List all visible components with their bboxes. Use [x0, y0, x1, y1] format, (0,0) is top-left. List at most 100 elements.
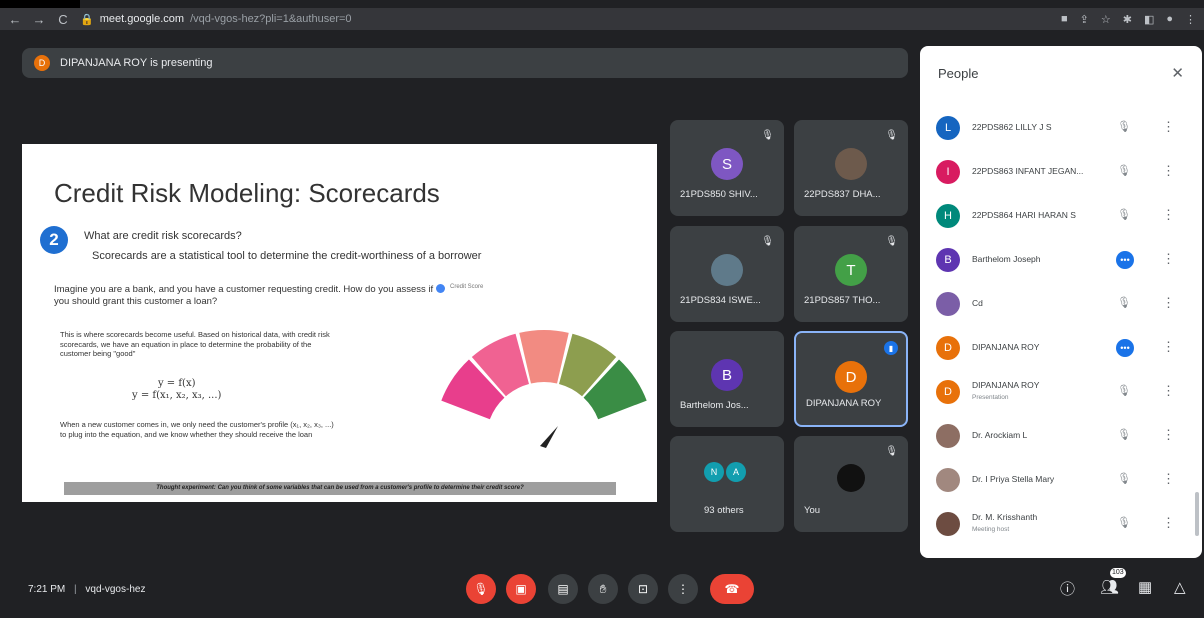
- slide-number-badge: 2: [40, 226, 68, 254]
- participant-name: Barthelom Joseph: [972, 254, 1041, 264]
- participant-row[interactable]: L 22PDS862 LILLY J S 🎙︎ ⋮: [920, 106, 1202, 150]
- participant-row[interactable]: I 22PDS863 INFANT JEGAN... 🎙︎ ⋮: [920, 150, 1202, 194]
- share-icon[interactable]: ⇪: [1080, 13, 1089, 26]
- participant-row[interactable]: Dr. I Priya Stella Mary 🎙︎ ⋮: [920, 458, 1202, 502]
- activities-icon[interactable]: △: [1174, 578, 1186, 596]
- more-vert-icon[interactable]: ⋮: [1162, 163, 1175, 179]
- camera-off-icon: ▣: [515, 582, 527, 596]
- legend-label: Credit Score: [450, 284, 484, 290]
- participant-row[interactable]: Dr. M. Krisshanth Meeting host 🎙︎ ⋮: [920, 502, 1202, 546]
- reload-icon[interactable]: C: [56, 12, 70, 27]
- participant-name: DIPANJANA ROY: [806, 398, 882, 409]
- mic-off-icon[interactable]: 🎙︎: [1116, 472, 1132, 485]
- more-vert-icon[interactable]: ⋮: [1162, 427, 1175, 443]
- slide-answer: Scorecards are a statistical tool to det…: [92, 250, 482, 262]
- window-top-edge: [0, 0, 80, 8]
- participant-photo: [835, 148, 867, 180]
- formula-line-2: y = f(x₁, x₂, x₃, ...): [132, 390, 222, 401]
- participant-tile[interactable]: 🎙︎ 22PDS837 DHA...: [794, 120, 908, 216]
- participant-avatar: I: [936, 160, 960, 184]
- mic-off-icon: 🎙︎: [885, 236, 898, 247]
- more-vert-icon[interactable]: ⋮: [1162, 207, 1175, 223]
- meeting-code[interactable]: vqd-vgos-hez: [85, 584, 145, 595]
- meeting-info: 7:21 PM | vqd-vgos-hez: [28, 584, 145, 595]
- mic-off-icon[interactable]: 🎙︎: [1116, 164, 1132, 177]
- mic-off-icon[interactable]: 🎙︎: [1116, 428, 1132, 441]
- others-avatars: N A: [704, 462, 746, 482]
- participant-name: Dr. Arockiam L: [972, 430, 1028, 440]
- browser-menu-icon[interactable]: ⋮: [1185, 13, 1196, 26]
- mic-off-icon[interactable]: 🎙︎: [1116, 120, 1132, 133]
- slide-intro: Imagine you are a bank, and you have a c…: [54, 284, 434, 307]
- legend-dot: [436, 284, 445, 293]
- mic-off-icon[interactable]: 🎙︎: [1116, 516, 1132, 529]
- participant-name: DIPANJANA ROY: [972, 342, 1040, 352]
- participant-role: Presentation: [972, 394, 1009, 401]
- participant-row[interactable]: Dr. Arockiam L 🎙︎ ⋮: [920, 414, 1202, 458]
- participant-row[interactable]: D DIPANJANA ROY Presentation 🎙︎ ⋮: [920, 370, 1202, 414]
- mic-off-icon[interactable]: 🎙︎: [1116, 384, 1132, 397]
- speaking-indicator-icon: ▮: [884, 341, 898, 355]
- raise-hand-button[interactable]: ✋︎: [588, 574, 618, 604]
- captions-button[interactable]: ▤: [548, 574, 578, 604]
- participant-row[interactable]: Cd 🎙︎ ⋮: [920, 282, 1202, 326]
- camera-indicator-icon[interactable]: ■: [1061, 13, 1068, 26]
- profile-icon[interactable]: ●: [1166, 13, 1173, 26]
- presenter-avatar: D: [34, 55, 50, 71]
- more-vert-icon[interactable]: ⋮: [1162, 383, 1175, 399]
- mic-off-icon[interactable]: 🎙︎: [1116, 208, 1132, 221]
- participant-avatar: T: [835, 254, 867, 286]
- more-vert-icon[interactable]: ⋮: [1162, 295, 1175, 311]
- participant-avatar: [936, 424, 960, 448]
- participant-row[interactable]: B Barthelom Joseph ••• ⋮: [920, 238, 1202, 282]
- chat-icon[interactable]: ▦: [1138, 578, 1152, 596]
- mic-off-icon: 🎙︎: [473, 582, 489, 596]
- people-scrollbar[interactable]: [1195, 492, 1199, 536]
- mic-toggle-button[interactable]: 🎙︎: [466, 574, 496, 604]
- mic-off-icon: 🎙︎: [761, 130, 774, 141]
- participant-name: DIPANJANA ROY: [972, 380, 1040, 390]
- participant-tile[interactable]: 🎙︎ S 21PDS850 SHIV...: [670, 120, 784, 216]
- participant-row[interactable]: H 22PDS864 HARI HARAN S 🎙︎ ⋮: [920, 194, 1202, 238]
- camera-toggle-button[interactable]: ▣: [506, 574, 536, 604]
- participant-avatar: [936, 512, 960, 536]
- participant-row[interactable]: D DIPANJANA ROY ••• ⋮: [920, 326, 1202, 370]
- presenting-banner: D DIPANJANA ROY is presenting: [22, 48, 908, 78]
- participant-name: 21PDS834 ISWE...: [680, 295, 761, 306]
- self-label: You: [804, 505, 821, 516]
- extensions-icon[interactable]: ✱: [1123, 13, 1132, 26]
- self-tile[interactable]: 🎙︎ You: [794, 436, 908, 532]
- captions-icon: ▤: [557, 582, 569, 596]
- url-host: meet.google.com: [99, 13, 185, 25]
- mic-off-icon[interactable]: 🎙︎: [1116, 296, 1132, 309]
- browser-toolbar: ← → C 🔒 meet.google.com/vqd-vgos-hez?pli…: [0, 8, 1204, 30]
- people-icon[interactable]: 👥︎: [1100, 578, 1119, 596]
- participant-tile[interactable]: 🎙︎ T 21PDS857 THO...: [794, 226, 908, 322]
- sidepanel-icon[interactable]: ◧: [1144, 13, 1154, 26]
- participant-avatar: B: [936, 248, 960, 272]
- speaking-indicator-icon: •••: [1116, 251, 1134, 269]
- others-tile[interactable]: N A 93 others: [670, 436, 784, 532]
- back-icon[interactable]: ←: [8, 12, 22, 27]
- more-vert-icon[interactable]: ⋮: [1162, 339, 1175, 355]
- address-bar[interactable]: 🔒 meet.google.com/vqd-vgos-hez?pli=1&aut…: [80, 13, 352, 26]
- speaking-indicator-icon: •••: [1116, 339, 1134, 357]
- participant-avatar: [936, 292, 960, 316]
- present-button[interactable]: ⊡: [628, 574, 658, 604]
- bookmark-star-icon[interactable]: ☆: [1101, 13, 1111, 26]
- slide-paragraph-2: When a new customer comes in, we only ne…: [60, 420, 334, 439]
- participant-photo: [711, 254, 743, 286]
- more-vert-icon[interactable]: ⋮: [1162, 119, 1175, 135]
- more-options-button[interactable]: ⋮: [668, 574, 698, 604]
- participant-tile[interactable]: 🎙︎ 21PDS834 ISWE...: [670, 226, 784, 322]
- self-video-preview: [837, 464, 865, 492]
- participant-tile-speaking[interactable]: ▮ D DIPANJANA ROY: [794, 331, 908, 427]
- more-vert-icon[interactable]: ⋮: [1162, 471, 1175, 487]
- meeting-details-icon[interactable]: ⓘ: [1060, 578, 1075, 599]
- more-vert-icon[interactable]: ⋮: [1162, 515, 1175, 531]
- participant-tile[interactable]: B Barthelom Jos...: [670, 331, 784, 427]
- more-vert-icon[interactable]: ⋮: [1162, 251, 1175, 267]
- leave-call-button[interactable]: ☎︎: [710, 574, 754, 604]
- close-icon[interactable]: ✕: [1171, 64, 1184, 82]
- forward-icon[interactable]: →: [32, 12, 46, 27]
